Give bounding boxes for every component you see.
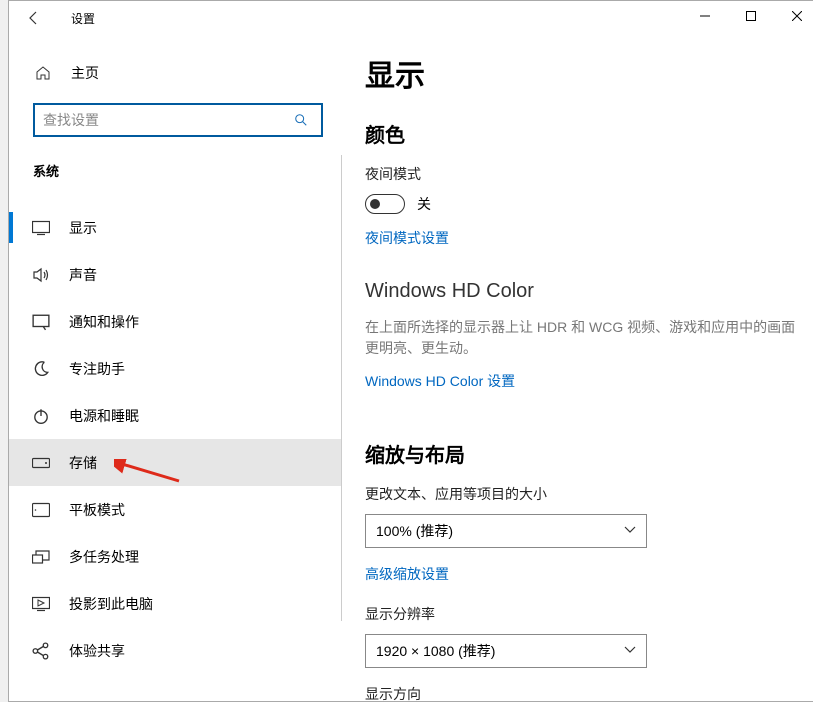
sidebar-item-notifications[interactable]: 通知和操作 bbox=[9, 298, 341, 345]
resolution-value: 1920 × 1080 (推荐) bbox=[376, 641, 495, 661]
tablet-icon bbox=[31, 501, 51, 519]
home-icon bbox=[35, 65, 55, 81]
sidebar-item-project[interactable]: 投影到此电脑 bbox=[9, 580, 341, 627]
back-button[interactable] bbox=[19, 3, 49, 33]
hd-description: 在上面所选择的显示器上让 HDR 和 WCG 视频、游戏和应用中的画面更明亮、更… bbox=[365, 317, 796, 359]
sidebar-item-storage[interactable]: 存储 bbox=[9, 439, 341, 486]
project-icon bbox=[31, 595, 51, 613]
search-input[interactable] bbox=[43, 112, 289, 128]
sidebar-item-label: 通知和操作 bbox=[69, 312, 139, 332]
focus-icon bbox=[31, 360, 51, 378]
night-mode-label: 夜间模式 bbox=[365, 164, 796, 184]
maximize-button[interactable] bbox=[728, 1, 774, 31]
page-title: 显示 bbox=[365, 51, 796, 95]
scale-heading: 缩放与布局 bbox=[365, 439, 796, 468]
sidebar-item-label: 电源和睡眠 bbox=[69, 406, 139, 426]
sound-icon bbox=[31, 266, 51, 284]
sidebar-item-label: 声音 bbox=[69, 265, 97, 285]
night-mode-toggle[interactable] bbox=[365, 194, 405, 214]
sidebar-item-label: 平板模式 bbox=[69, 500, 125, 520]
color-heading: 颜色 bbox=[365, 119, 796, 148]
sidebar-item-label: 存储 bbox=[69, 453, 97, 473]
orientation-label: 显示方向 bbox=[365, 684, 796, 701]
power-icon bbox=[31, 407, 51, 425]
sidebar-item-multitask[interactable]: 多任务处理 bbox=[9, 533, 341, 580]
sidebar-item-label: 显示 bbox=[69, 218, 97, 238]
sidebar-item-share[interactable]: 体验共享 bbox=[9, 627, 341, 674]
resolution-label: 显示分辨率 bbox=[365, 604, 796, 624]
hd-color-settings-link[interactable]: Windows HD Color 设置 bbox=[365, 371, 796, 391]
home-link[interactable]: 主页 bbox=[9, 55, 341, 91]
storage-icon bbox=[31, 454, 51, 472]
home-label: 主页 bbox=[71, 63, 99, 83]
close-button[interactable] bbox=[774, 1, 813, 31]
sidebar-item-tablet[interactable]: 平板模式 bbox=[9, 486, 341, 533]
chevron-down-icon bbox=[624, 643, 636, 659]
text-size-dropdown[interactable]: 100% (推荐) bbox=[365, 514, 647, 548]
sidebar-item-label: 体验共享 bbox=[69, 641, 125, 661]
search-icon bbox=[289, 113, 313, 127]
sidebar-item-label: 投影到此电脑 bbox=[69, 594, 153, 614]
app-title: 设置 bbox=[71, 10, 95, 27]
chevron-down-icon bbox=[624, 523, 636, 539]
minimize-button[interactable] bbox=[682, 1, 728, 31]
hd-heading: Windows HD Color bbox=[365, 280, 796, 303]
display-icon bbox=[31, 219, 51, 237]
sidebar-item-power[interactable]: 电源和睡眠 bbox=[9, 392, 341, 439]
resolution-dropdown[interactable]: 1920 × 1080 (推荐) bbox=[365, 634, 647, 668]
notifications-icon bbox=[31, 313, 51, 331]
share-icon bbox=[31, 642, 51, 660]
search-box[interactable] bbox=[33, 103, 323, 137]
sidebar-item-label: 专注助手 bbox=[69, 359, 125, 379]
sidebar-item-sound[interactable]: 声音 bbox=[9, 251, 341, 298]
toggle-state: 关 bbox=[417, 194, 431, 214]
text-size-value: 100% (推荐) bbox=[376, 521, 453, 541]
sidebar-item-display[interactable]: 显示 bbox=[9, 204, 341, 251]
night-mode-settings-link[interactable]: 夜间模式设置 bbox=[365, 228, 796, 248]
multitask-icon bbox=[31, 548, 51, 566]
text-size-label: 更改文本、应用等项目的大小 bbox=[365, 484, 796, 504]
sidebar-item-label: 多任务处理 bbox=[69, 547, 139, 567]
sidebar-section: 系统 bbox=[9, 149, 341, 190]
advanced-scale-link[interactable]: 高级缩放设置 bbox=[365, 564, 796, 584]
sidebar-item-focus[interactable]: 专注助手 bbox=[9, 345, 341, 392]
